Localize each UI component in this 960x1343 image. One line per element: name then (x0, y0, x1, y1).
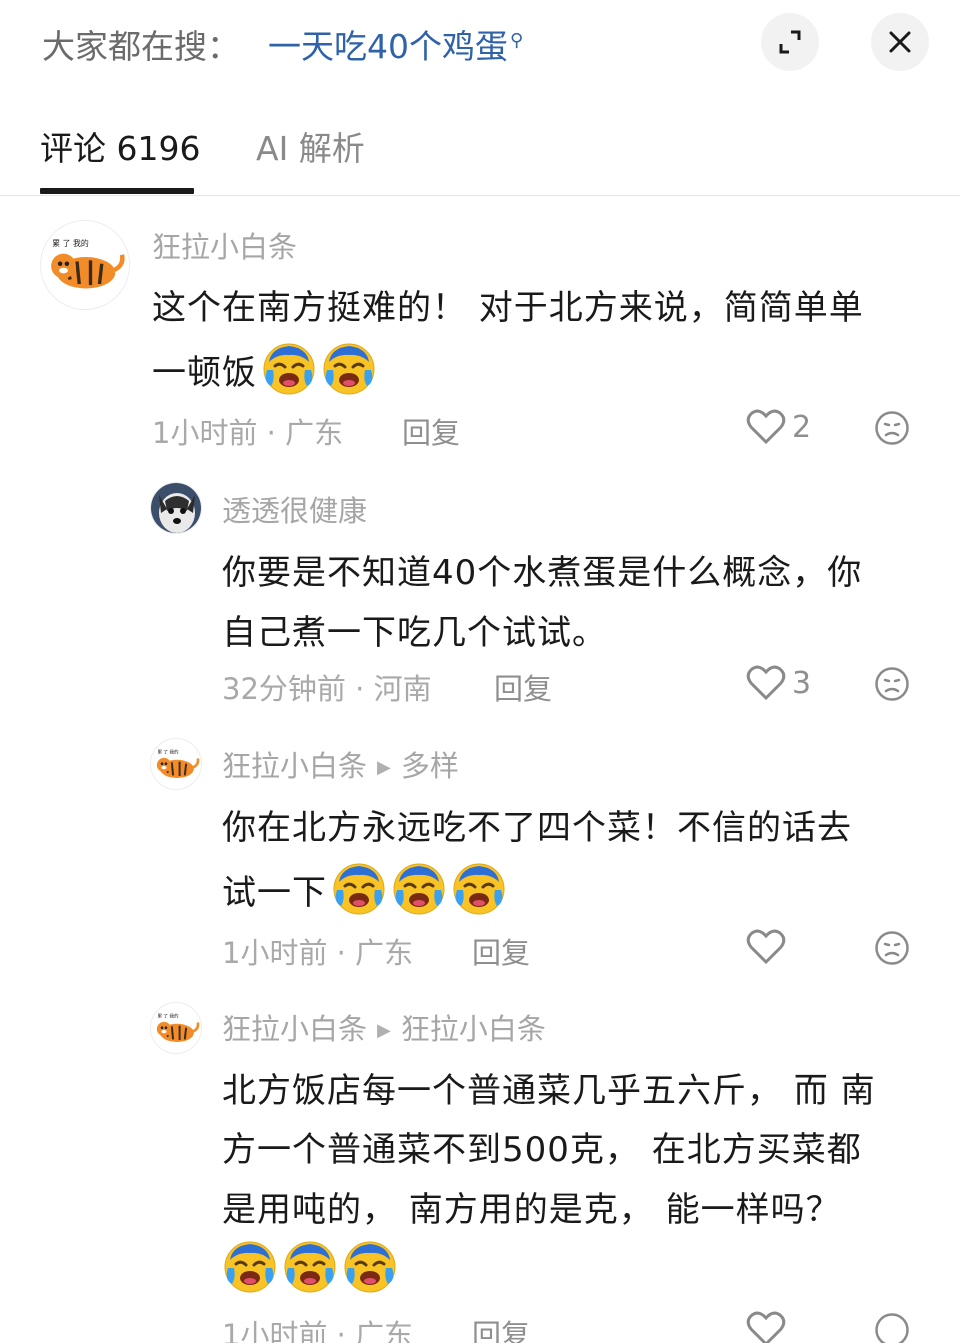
comment-text-line: 你在北方永远吃不了四个菜！不信的话去 (222, 808, 852, 848)
avatar[interactable] (150, 1002, 202, 1054)
avatar[interactable] (150, 738, 202, 790)
avatar[interactable] (150, 482, 202, 534)
search-prefix-label: 大家都在搜： (42, 27, 240, 66)
active-tab-indicator (40, 188, 194, 194)
comment-text-line: 北方饭店每一个普通菜几乎五六斤， 而 南 (222, 1071, 876, 1111)
crying-emoji-icon (391, 860, 447, 916)
search-query-link[interactable]: 一天吃40个鸡蛋 ⚲ (268, 20, 523, 68)
dislike-face-icon[interactable] (874, 410, 910, 446)
dog-avatar-icon (151, 483, 202, 534)
close-icon (889, 31, 911, 53)
crying-emoji-icon (321, 340, 377, 396)
comment-meta: 1小时前 · 广东 (222, 1318, 414, 1343)
comment-text-line: 这个在南方挺难的！ 对于北方来说，简简单单 (152, 288, 864, 328)
reply-button[interactable]: 回复 (494, 666, 552, 708)
heart-icon (746, 929, 786, 965)
heart-icon (746, 409, 786, 445)
crying-emoji-icon (261, 340, 317, 396)
close-button[interactable] (871, 13, 929, 71)
tab-comments[interactable]: 评论 6196 (40, 122, 200, 170)
crying-emoji-icon (451, 860, 507, 916)
like-button[interactable]: 2 (746, 408, 811, 446)
reply-button[interactable]: 回复 (472, 1312, 530, 1343)
search-banner: 大家都在搜： 一天吃40个鸡蛋 ⚲ (0, 0, 960, 90)
comment-author[interactable]: 狂拉小白条 (152, 224, 297, 266)
comment-emoji-line (218, 1238, 398, 1294)
like-button[interactable]: 3 (746, 664, 811, 702)
comment-text-line: 一顿饭 (152, 340, 377, 396)
comment-text-line: 是用吨的， 南方用的是克， 能一样吗？ (222, 1190, 841, 1230)
reply-arrow-icon: ▶ (377, 757, 391, 778)
comment-text-line: 方一个普通菜不到500克， 在北方买菜都 (222, 1130, 862, 1170)
reply-button[interactable]: 回复 (402, 410, 460, 452)
crying-emoji-icon (331, 860, 387, 916)
comment-meta: 1小时前 · 广东 (152, 416, 344, 450)
crying-emoji-icon (222, 1238, 278, 1294)
crying-emoji-icon (342, 1238, 398, 1294)
tab-bar: 评论 6196 AI 解析 (0, 110, 960, 196)
dislike-face-icon[interactable] (874, 666, 910, 702)
tab-ai-analysis[interactable]: AI 解析 (256, 122, 365, 170)
expand-icon (779, 30, 801, 54)
expand-button[interactable] (761, 13, 819, 71)
tiger-avatar-icon (151, 739, 202, 790)
search-query-text: 一天吃40个鸡蛋 (268, 27, 508, 66)
heart-icon (746, 1311, 786, 1343)
comment-meta: 1小时前 · 广东 (222, 936, 414, 970)
tiger-avatar-icon (151, 1003, 202, 1054)
crying-emoji-icon (282, 1238, 338, 1294)
comment-text-line: 试一下 (222, 860, 507, 916)
avatar[interactable] (40, 220, 130, 310)
reply-button[interactable]: 回复 (472, 930, 530, 972)
like-count: 3 (792, 665, 812, 701)
comment-text-line: 你要是不知道40个水煮蛋是什么概念，你 (222, 553, 863, 593)
comment-author[interactable]: 透透很健康 (222, 488, 367, 530)
comment-author[interactable]: 狂拉小白条 ▶ 多样 (222, 743, 459, 785)
like-button[interactable] (746, 928, 786, 966)
comment-text-line: 自己煮一下吃几个试试。 (222, 613, 607, 653)
dislike-face-icon[interactable] (874, 1312, 910, 1343)
tiger-avatar-icon (41, 221, 130, 310)
comment-meta: 32分钟前 · 河南 (222, 672, 432, 706)
like-count: 2 (792, 409, 812, 445)
reply-arrow-icon: ▶ (377, 1020, 391, 1041)
search-icon: ⚲ (510, 30, 524, 51)
dislike-face-icon[interactable] (874, 930, 910, 966)
heart-icon (746, 665, 786, 701)
like-button[interactable] (746, 1310, 786, 1343)
comment-author[interactable]: 狂拉小白条 ▶ 狂拉小白条 (222, 1006, 546, 1048)
